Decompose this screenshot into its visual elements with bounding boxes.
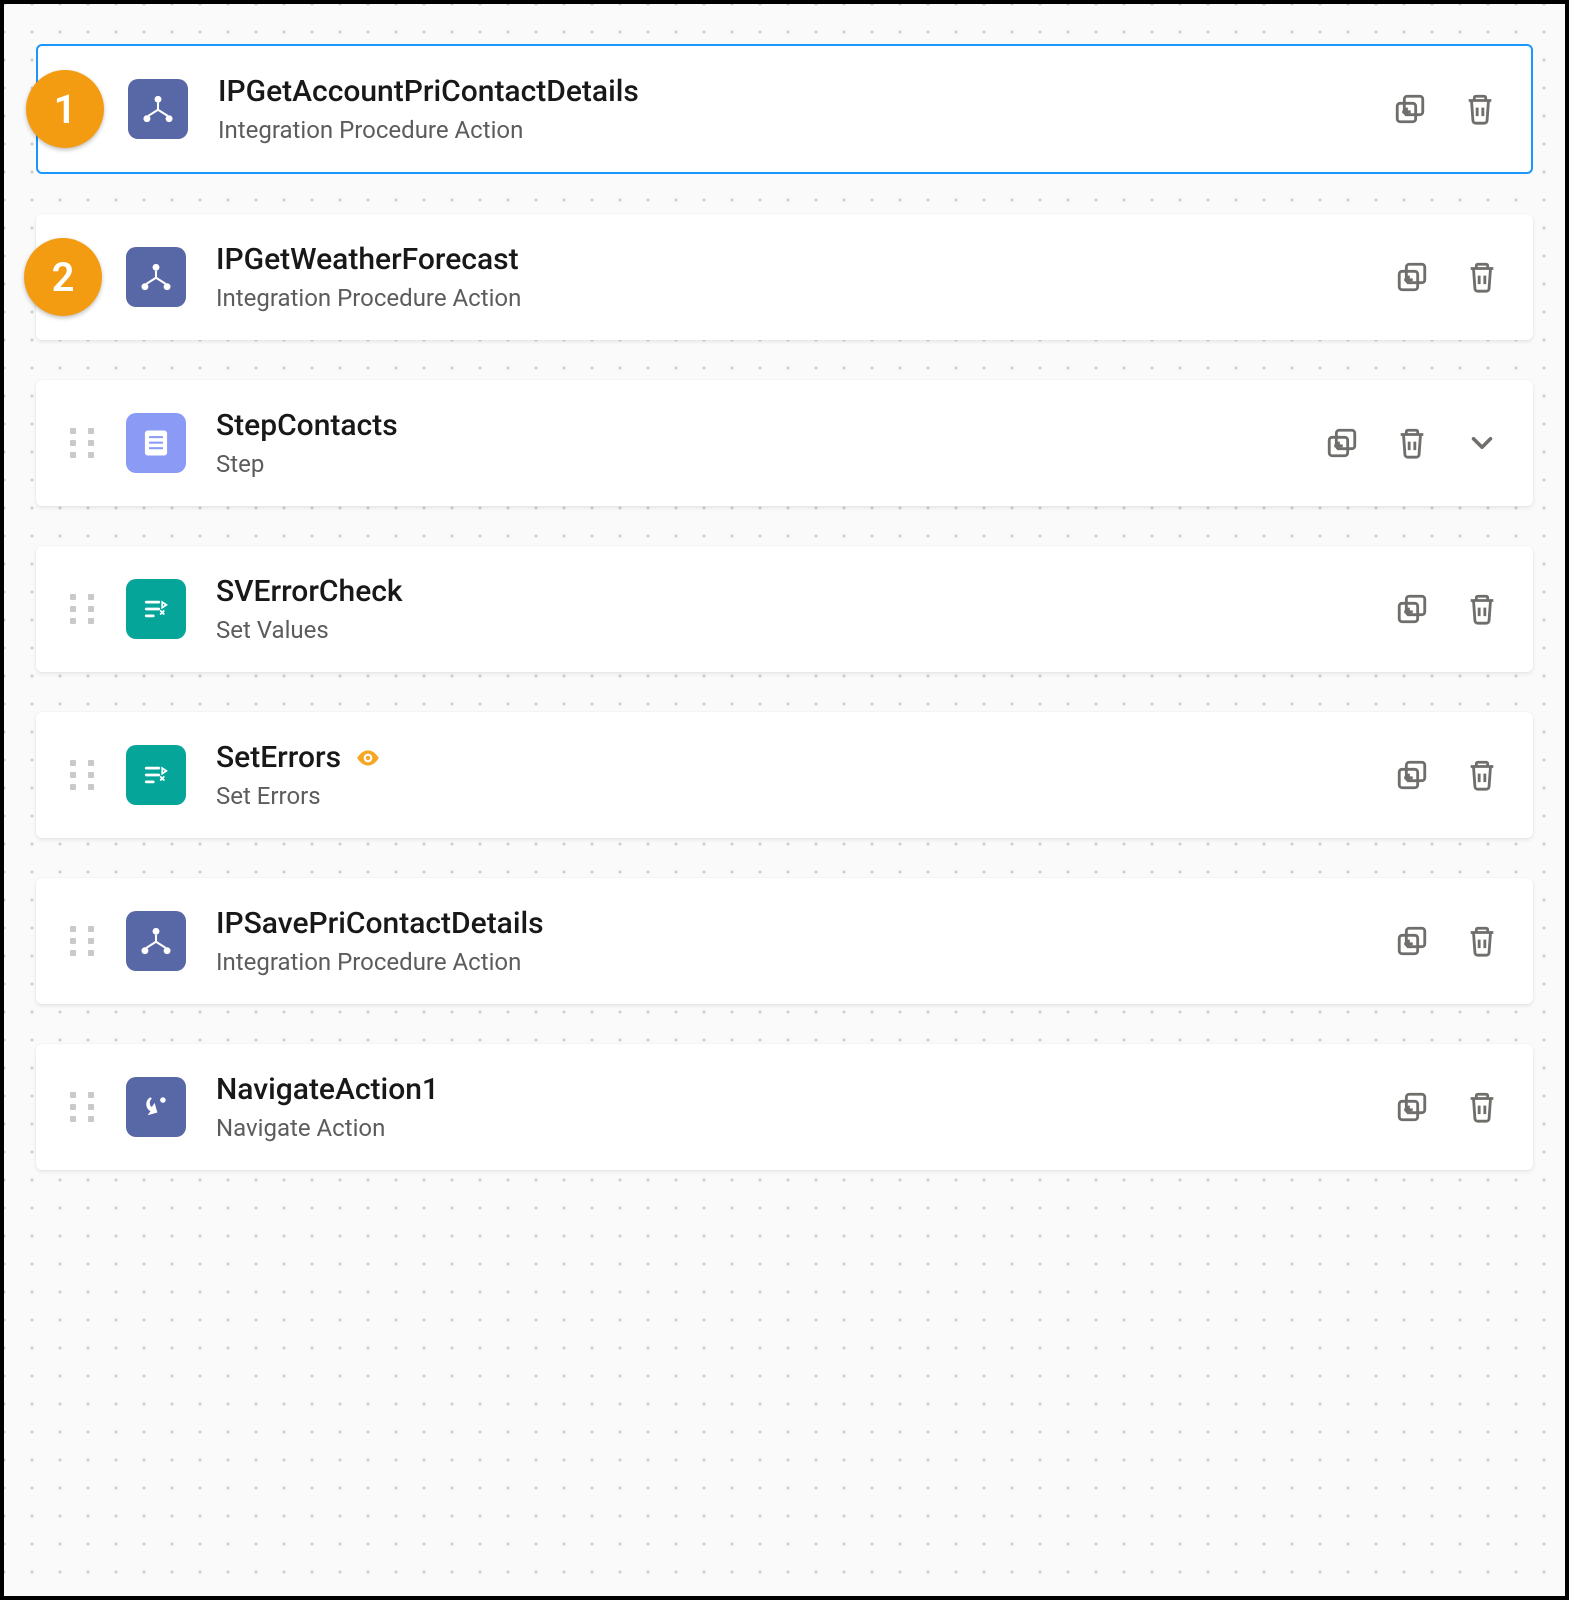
element-card[interactable]: SVErrorCheck Set Values xyxy=(36,546,1533,672)
card-title: NavigateAction1 xyxy=(216,1072,439,1108)
delete-button[interactable] xyxy=(1463,92,1497,126)
card-subtitle: Set Errors xyxy=(216,782,1375,810)
clone-button[interactable] xyxy=(1395,924,1429,958)
card-text: NavigateAction1 Navigate Action xyxy=(216,1072,1375,1142)
card-title: StepContacts xyxy=(216,408,398,444)
card-text: StepContacts Step xyxy=(216,408,1305,478)
element-card[interactable]: SetErrors Set Errors xyxy=(36,712,1533,838)
set-values-icon xyxy=(126,579,186,639)
delete-button[interactable] xyxy=(1465,924,1499,958)
card-title: IPGetWeatherForecast xyxy=(216,242,519,278)
drag-handle[interactable] xyxy=(70,594,98,624)
delete-button[interactable] xyxy=(1465,592,1499,626)
expand-button[interactable] xyxy=(1465,426,1499,460)
set-errors-icon xyxy=(126,745,186,805)
card-actions xyxy=(1395,592,1499,626)
integration-procedure-icon xyxy=(128,79,188,139)
clone-button[interactable] xyxy=(1325,426,1359,460)
card-subtitle: Navigate Action xyxy=(216,1114,1375,1142)
callout-badge-2: 2 xyxy=(24,238,102,316)
card-subtitle: Step xyxy=(216,450,1305,478)
element-card[interactable]: 2 IPGetWeatherForecast Integration Proce… xyxy=(36,214,1533,340)
clone-button[interactable] xyxy=(1395,758,1429,792)
drag-handle[interactable] xyxy=(70,428,98,458)
integration-procedure-icon xyxy=(126,911,186,971)
card-subtitle: Integration Procedure Action xyxy=(216,284,1375,312)
card-text: SVErrorCheck Set Values xyxy=(216,574,1375,644)
card-text: SetErrors Set Errors xyxy=(216,740,1375,810)
delete-button[interactable] xyxy=(1465,260,1499,294)
card-title: IPGetAccountPriContactDetails xyxy=(218,74,639,110)
conditional-view-icon xyxy=(355,745,381,771)
card-title: SVErrorCheck xyxy=(216,574,403,610)
card-actions xyxy=(1393,92,1497,126)
element-card[interactable]: 1 IPGetAccountPriContactDetails Integrat… xyxy=(36,44,1533,174)
card-title: SetErrors xyxy=(216,740,341,776)
delete-button[interactable] xyxy=(1465,758,1499,792)
card-text: IPGetWeatherForecast Integration Procedu… xyxy=(216,242,1375,312)
delete-button[interactable] xyxy=(1395,426,1429,460)
clone-button[interactable] xyxy=(1395,592,1429,626)
canvas: 1 IPGetAccountPriContactDetails Integrat… xyxy=(0,0,1569,1600)
card-actions xyxy=(1395,758,1499,792)
callout-badge-1: 1 xyxy=(26,70,104,148)
card-actions xyxy=(1395,924,1499,958)
drag-handle[interactable] xyxy=(70,760,98,790)
card-subtitle: Set Values xyxy=(216,616,1375,644)
element-card[interactable]: NavigateAction1 Navigate Action xyxy=(36,1044,1533,1170)
navigate-action-icon xyxy=(126,1077,186,1137)
step-icon xyxy=(126,413,186,473)
element-card[interactable]: IPSavePriContactDetails Integration Proc… xyxy=(36,878,1533,1004)
drag-handle[interactable] xyxy=(70,926,98,956)
drag-handle[interactable] xyxy=(70,1092,98,1122)
card-text: IPGetAccountPriContactDetails Integratio… xyxy=(218,74,1373,144)
delete-button[interactable] xyxy=(1465,1090,1499,1124)
card-text: IPSavePriContactDetails Integration Proc… xyxy=(216,906,1375,976)
card-actions xyxy=(1395,1090,1499,1124)
card-subtitle: Integration Procedure Action xyxy=(216,948,1375,976)
card-actions xyxy=(1325,426,1499,460)
card-actions xyxy=(1395,260,1499,294)
card-title: IPSavePriContactDetails xyxy=(216,906,544,942)
element-card[interactable]: StepContacts Step xyxy=(36,380,1533,506)
integration-procedure-icon xyxy=(126,247,186,307)
clone-button[interactable] xyxy=(1395,260,1429,294)
clone-button[interactable] xyxy=(1395,1090,1429,1124)
card-subtitle: Integration Procedure Action xyxy=(218,116,1373,144)
clone-button[interactable] xyxy=(1393,92,1427,126)
